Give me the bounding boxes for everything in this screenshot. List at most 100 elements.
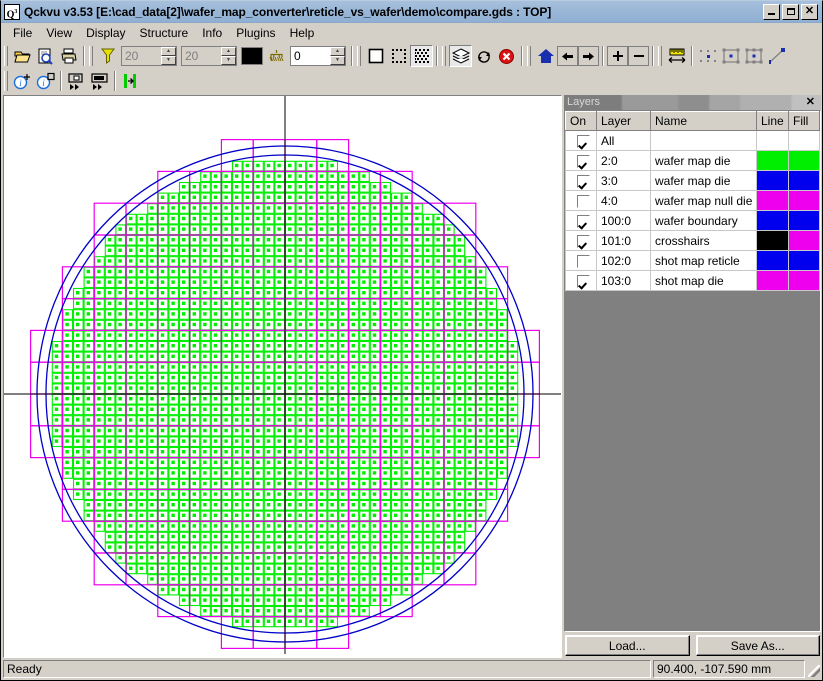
previous-view-button[interactable] (557, 46, 578, 66)
table-row[interactable]: 100:0 wafer boundary (565, 210, 820, 231)
layer-fill-color-swatch[interactable] (788, 270, 820, 291)
checkbox-checked-icon[interactable] (576, 214, 590, 228)
layer-line-color-swatch[interactable] (756, 150, 789, 171)
measure-button[interactable] (665, 45, 688, 67)
layer-fill-color-swatch[interactable] (788, 250, 820, 271)
layer-line-color-swatch[interactable] (756, 230, 789, 251)
toggle-layers-panel-button[interactable] (449, 45, 472, 67)
toolbar-grip-3[interactable] (357, 46, 361, 66)
toolbar-grip-2[interactable] (89, 46, 93, 66)
layer-visibility-cell[interactable] (565, 210, 597, 231)
layers-panel-close-icon[interactable]: ✕ (802, 96, 818, 109)
layer-line-color-swatch[interactable] (756, 130, 789, 151)
toolbar-grip-5[interactable] (527, 46, 531, 66)
view-dotted-button[interactable] (387, 45, 410, 67)
column-fill[interactable]: Fill (788, 111, 820, 131)
print-preview-button[interactable] (34, 45, 57, 67)
toolbar-grip[interactable] (4, 46, 8, 66)
column-on[interactable]: On (565, 111, 597, 131)
home-view-button[interactable] (534, 45, 557, 67)
checkbox-unchecked-icon[interactable] (576, 194, 590, 208)
view-solid-button[interactable] (410, 45, 433, 67)
wafer-map-canvas[interactable] (3, 95, 562, 658)
hierarchy-button[interactable] (265, 45, 288, 67)
menu-display[interactable]: Display (79, 24, 132, 42)
info-add-button[interactable]: i (11, 70, 34, 92)
column-layer[interactable]: Layer (596, 111, 651, 131)
table-row[interactable]: 102:0 shot map reticle (565, 250, 820, 271)
layer-fill-color-swatch[interactable] (788, 230, 820, 251)
layer-fill-color-swatch[interactable] (788, 170, 820, 191)
layer-line-color-swatch[interactable] (756, 270, 789, 291)
menu-help[interactable]: Help (283, 24, 322, 42)
menu-info[interactable]: Info (195, 24, 229, 42)
layer-visibility-cell[interactable] (565, 250, 597, 271)
toolbar-grip-6[interactable] (658, 46, 662, 66)
checkbox-checked-icon[interactable] (576, 154, 590, 168)
layer-visibility-cell[interactable] (565, 170, 597, 191)
column-name[interactable]: Name (650, 111, 757, 131)
layer-line-color-swatch[interactable] (756, 250, 789, 271)
table-row[interactable]: 103:0 shot map die (565, 270, 820, 291)
save-as-button[interactable]: Save As... (695, 635, 820, 656)
checkbox-checked-icon[interactable] (576, 274, 590, 288)
step-wide-button[interactable] (88, 70, 111, 92)
zoom-out-button[interactable] (628, 46, 649, 66)
step-box-button[interactable] (65, 70, 88, 92)
layer-fill-color-swatch[interactable] (788, 150, 820, 171)
layer-visibility-cell[interactable] (565, 130, 597, 151)
checkbox-unchecked-icon[interactable] (576, 254, 590, 268)
checkbox-checked-icon[interactable] (576, 234, 590, 248)
table-row[interactable]: 2:0 wafer map die (565, 150, 820, 171)
minimize-button[interactable] (763, 3, 780, 20)
color-swatch-button[interactable] (241, 47, 263, 65)
layer-line-color-swatch[interactable] (756, 210, 789, 231)
menu-structure[interactable]: Structure (133, 24, 196, 42)
refresh-button[interactable] (472, 45, 495, 67)
table-row[interactable]: 101:0 crosshairs (565, 230, 820, 251)
depth-end-spinner[interactable]: 20 ▲ ▼ (181, 46, 237, 66)
depth-start-spinner[interactable]: 20 ▲ ▼ (121, 46, 177, 66)
layer-line-color-swatch[interactable] (756, 170, 789, 191)
close-button[interactable]: ✕ (801, 3, 818, 20)
column-line[interactable]: Line (756, 111, 789, 131)
select-box-button[interactable] (719, 45, 742, 67)
flatten-button[interactable] (119, 70, 142, 92)
maximize-button[interactable] (782, 3, 799, 20)
checkbox-checked-icon[interactable] (576, 174, 590, 188)
toolbar2-grip[interactable] (4, 71, 8, 91)
layer-fill-color-swatch[interactable] (788, 130, 820, 151)
hierarchy-depth-spinner[interactable]: 0 ▲ ▼ (290, 46, 346, 66)
stop-button[interactable] (495, 45, 518, 67)
menu-file[interactable]: File (6, 24, 39, 42)
resize-grip[interactable] (807, 660, 821, 678)
select-box-filled-button[interactable] (742, 45, 765, 67)
layer-fill-color-swatch[interactable] (788, 210, 820, 231)
depth-start-arrows[interactable]: ▲ ▼ (161, 47, 176, 65)
zoom-in-button[interactable] (607, 46, 628, 66)
layer-filter-button[interactable] (96, 45, 119, 67)
next-view-button[interactable] (578, 46, 599, 66)
layer-visibility-cell[interactable] (565, 150, 597, 171)
layer-visibility-cell[interactable] (565, 190, 597, 211)
menu-view[interactable]: View (39, 24, 79, 42)
table-row[interactable]: 4:0 wafer map null die (565, 190, 820, 211)
layer-visibility-cell[interactable] (565, 230, 597, 251)
table-row[interactable]: 3:0 wafer map die (565, 170, 820, 191)
open-file-button[interactable] (11, 45, 34, 67)
load-button[interactable]: Load... (565, 635, 690, 656)
view-outline-button[interactable] (364, 45, 387, 67)
info-box-button[interactable]: i (34, 70, 57, 92)
toolbar-grip-4[interactable] (442, 46, 446, 66)
select-points-button[interactable] (696, 45, 719, 67)
table-row[interactable]: All (565, 130, 820, 151)
layers-panel-titlebar[interactable]: Layers ✕ (564, 95, 821, 110)
layer-line-color-swatch[interactable] (756, 190, 789, 211)
line-tool-button[interactable] (765, 45, 788, 67)
checkbox-checked-icon[interactable] (576, 134, 590, 148)
hierarchy-depth-arrows[interactable]: ▲ ▼ (330, 47, 345, 65)
depth-end-arrows[interactable]: ▲ ▼ (221, 47, 236, 65)
print-button[interactable] (57, 45, 80, 67)
layer-visibility-cell[interactable] (565, 270, 597, 291)
layer-fill-color-swatch[interactable] (788, 190, 820, 211)
